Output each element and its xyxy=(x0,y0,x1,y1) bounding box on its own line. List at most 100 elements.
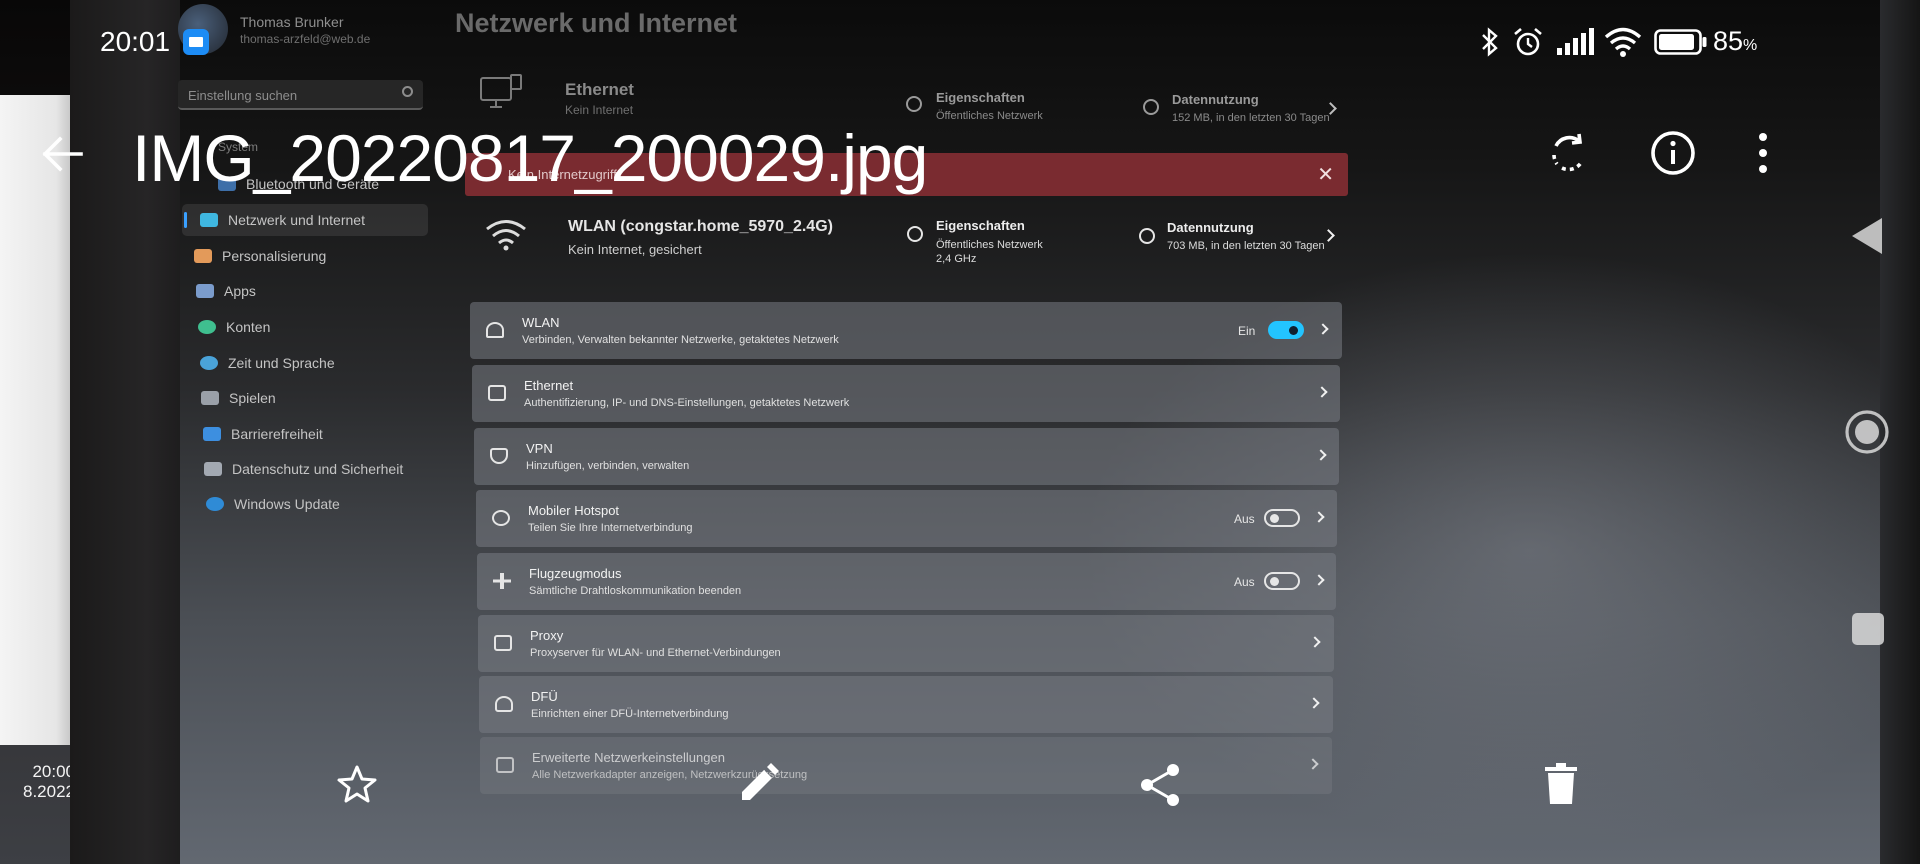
photo-nav-item-network: Netzwerk und Internet xyxy=(182,204,428,236)
photo-card-title: Proxy xyxy=(530,628,564,643)
photo-card-proxy: Proxy Proxyserver für WLAN- und Ethernet… xyxy=(478,615,1334,672)
photo-airplane-toggle xyxy=(1264,572,1300,590)
back-button[interactable] xyxy=(40,134,84,174)
photo-shield-icon xyxy=(204,462,222,476)
photo-nav-item-apps: Apps xyxy=(196,275,256,307)
image-filename-title: IMG_20220817_200029.jpg xyxy=(132,121,928,195)
photo-info-icon xyxy=(906,96,922,112)
photo-card-subtitle: Authentifizierung, IP- und DNS-Einstellu… xyxy=(524,397,850,409)
favorite-button[interactable] xyxy=(336,764,378,804)
photo-wlan-usage-sub: 703 MB, in den letzten 30 Tagen xyxy=(1167,240,1325,252)
signal-strength-icon xyxy=(1557,28,1594,55)
photo-card-subtitle: Sämtliche Drahtloskommunikation beenden xyxy=(529,585,742,597)
photo-nav-item-privacy: Datenschutz und Sicherheit xyxy=(204,453,403,485)
photo-nav-label: Konten xyxy=(226,319,271,335)
battery-level: 85 xyxy=(1713,26,1744,56)
photo-chevron-right-icon xyxy=(1307,758,1319,770)
photo-usage-pie-icon xyxy=(1139,228,1155,244)
battery-unit: % xyxy=(1743,37,1758,54)
photo-chevron-right-icon xyxy=(1317,323,1329,335)
photo-nav-item-personalization: Personalisierung xyxy=(194,240,326,272)
photo-ethernet-props-title: Eigenschaften xyxy=(936,90,1025,105)
more-options-button[interactable] xyxy=(1756,130,1770,176)
photo-card-subtitle: Proxyserver für WLAN- und Ethernet-Verbi… xyxy=(530,647,781,659)
photo-account-name: Thomas Brunker xyxy=(240,14,344,30)
photo-chevron-right-icon xyxy=(1315,449,1327,461)
photo-ethernet-usage-title: Datennutzung xyxy=(1172,92,1259,107)
photo-wlan-network-status: Kein Internet, gesichert xyxy=(568,242,702,257)
alarm-icon xyxy=(1514,28,1542,56)
photo-wlan-network-name: WLAN (congstar.home_5970_2.4G) xyxy=(568,218,833,235)
photo-card-subtitle: Verbinden, Verwalten bekannter Netzwerke… xyxy=(522,334,839,346)
photo-hotspot-icon xyxy=(492,510,510,526)
wifi-icon xyxy=(1604,27,1642,57)
photo-card-subtitle: Einrichten einer DFÜ-Internetverbindung xyxy=(531,708,729,720)
photo-wlan-props-sub2: 2,4 GHz xyxy=(936,253,977,265)
photo-info-icon xyxy=(907,226,923,242)
mail-notification-icon xyxy=(183,29,209,55)
photo-nav-label: Personalisierung xyxy=(222,248,327,264)
photo-card-vpn: VPN Hinzufügen, verbinden, verwalten xyxy=(474,428,1339,485)
photo-wlan-signal-icon xyxy=(486,220,526,251)
photo-wifi-icon xyxy=(200,213,218,227)
photo-chevron-right-icon xyxy=(1308,697,1320,709)
photo-card-title: Ethernet xyxy=(524,378,574,393)
photo-close-icon: ✕ xyxy=(1317,164,1334,186)
photo-dialup-icon xyxy=(495,696,513,712)
delete-button[interactable] xyxy=(1544,762,1578,806)
nav-back-key[interactable] xyxy=(1850,216,1884,256)
photo-nav-item-gaming: Spielen xyxy=(201,382,276,414)
photo-card-title: Erweiterte Netzwerkeinstellungen xyxy=(532,750,725,765)
photo-chevron-right-icon xyxy=(1309,636,1321,648)
photo-card-title: Mobiler Hotspot xyxy=(528,503,620,518)
photo-person-icon xyxy=(198,320,216,334)
photo-card-dialup: DFÜ Einrichten einer DFÜ-Internetverbind… xyxy=(479,676,1333,733)
edit-button[interactable] xyxy=(738,762,780,804)
photo-nav-item-windows-update: Windows Update xyxy=(206,488,340,520)
photo-card-title: WLAN xyxy=(522,315,560,330)
photo-card-subtitle: Hinzufügen, verbinden, verwalten xyxy=(526,460,690,472)
photo-card-title: Flugzeugmodus xyxy=(529,566,622,581)
photo-ethernet-icon xyxy=(488,385,506,401)
photo-hotspot-toggle xyxy=(1264,509,1300,527)
photo-card-state: Aus xyxy=(1234,512,1255,526)
photo-card-state: Ein xyxy=(1238,324,1256,338)
photo-nav-label: Apps xyxy=(224,283,256,299)
photo-nav-label: Datenschutz und Sicherheit xyxy=(232,461,404,477)
photo-ethernet-monitor-icon xyxy=(480,74,522,108)
photo-chevron-right-icon xyxy=(1313,574,1325,586)
nav-home-key[interactable] xyxy=(1844,409,1890,455)
photo-card-ethernet: Ethernet Authentifizierung, IP- und DNS-… xyxy=(472,365,1340,422)
photo-settings-search: Einstellung suchen xyxy=(178,80,423,110)
photo-chevron-right-icon xyxy=(1316,386,1328,398)
photo-gamepad-icon xyxy=(201,391,219,405)
photo-wlan-usage-title: Datennutzung xyxy=(1167,220,1254,235)
photo-card-airplane: Flugzeugmodus Sämtliche Drahtloskommunik… xyxy=(477,553,1336,610)
photo-ethernet-usage-sub: 152 MB, in den letzten 30 Tagen xyxy=(1172,112,1330,124)
photo-card-wlan: WLAN Verbinden, Verwalten bekannter Netz… xyxy=(470,302,1342,359)
photo-airplane-icon xyxy=(493,573,511,589)
photo-nav-label: Zeit und Sprache xyxy=(228,355,335,371)
photo-ethernet-title: Ethernet xyxy=(565,80,634,99)
photo-proxy-icon xyxy=(494,635,512,651)
rotate-button[interactable] xyxy=(1546,130,1592,176)
photo-nav-label: Windows Update xyxy=(234,496,340,512)
photo-update-icon xyxy=(206,497,224,511)
photo-card-title: DFÜ xyxy=(531,689,558,704)
photo-wlan-props-title: Eigenschaften xyxy=(936,218,1025,233)
photo-nav-item-time-language: Zeit und Sprache xyxy=(200,347,335,379)
photo-wlan-toggle xyxy=(1268,321,1304,339)
share-button[interactable] xyxy=(1138,762,1182,808)
photo-page-heading: Netzwerk und Internet xyxy=(455,8,738,38)
nav-recents-key[interactable] xyxy=(1851,612,1885,646)
photo-usage-pie-icon xyxy=(1143,99,1159,115)
info-button[interactable] xyxy=(1650,130,1696,176)
bluetooth-icon xyxy=(1482,27,1498,57)
photo-computer-icon xyxy=(496,757,514,773)
photo-card-subtitle: Teilen Sie Ihre Internetverbindung xyxy=(528,522,693,534)
photo-nav-item-accessibility: Barrierefreiheit xyxy=(203,418,323,450)
photo-shield-icon xyxy=(490,448,508,464)
photo-account-email: thomas-arzfeld@web.de xyxy=(240,32,371,46)
photo-card-title: VPN xyxy=(526,441,553,456)
photo-apps-icon xyxy=(196,284,214,298)
